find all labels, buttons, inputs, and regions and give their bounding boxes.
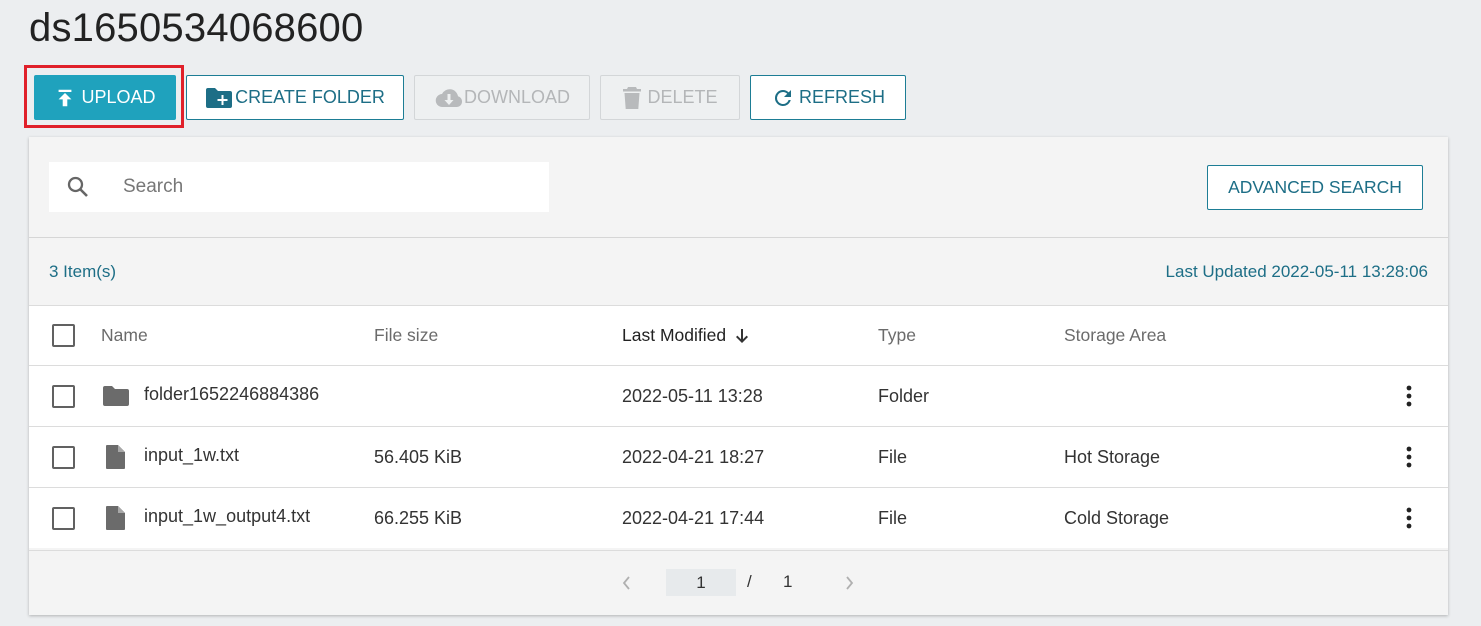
page-title: ds1650534068600 <box>29 6 364 50</box>
chevron-left-icon[interactable] <box>620 574 632 592</box>
file-icon <box>106 506 125 530</box>
file-modified: 2022-04-21 17:44 <box>622 507 765 528</box>
arrow-down-icon <box>736 328 749 343</box>
file-type: File <box>878 446 908 467</box>
row-checkbox[interactable] <box>52 445 75 469</box>
more-vertical-icon[interactable] <box>1399 506 1419 530</box>
create-folder-button[interactable]: CREATE FOLDER <box>186 75 404 120</box>
refresh-icon <box>774 89 791 106</box>
file-type: Folder <box>878 385 930 406</box>
cloud-download-icon <box>435 88 463 107</box>
file-table: Name File size Last Modified Type Storag… <box>29 305 1448 548</box>
more-vertical-icon[interactable] <box>1399 445 1419 469</box>
download-button[interactable]: DOWNLOAD <box>414 75 590 120</box>
page-total: 1 <box>783 572 793 591</box>
table-row[interactable]: input_1w_output4.txt 66.255 KiB 2022-04-… <box>29 487 1448 548</box>
upload-button[interactable]: UPLOAD <box>34 75 176 120</box>
last-updated: Last Updated 2022-05-11 13:28:06 <box>1165 262 1428 281</box>
column-header-size[interactable]: File size <box>374 306 438 365</box>
column-header-modified-label: Last Modified <box>622 325 727 345</box>
search-input[interactable] <box>123 172 523 202</box>
pagination: / 1 <box>29 550 1448 615</box>
item-count: 3 Item(s) <box>49 262 117 281</box>
select-all-checkbox[interactable] <box>52 324 75 347</box>
divider <box>29 237 1448 238</box>
file-icon <box>106 445 125 469</box>
file-size: 66.255 KiB <box>374 507 463 528</box>
upload-button-label: UPLOAD <box>81 87 156 107</box>
advanced-search-button[interactable]: ADVANCED SEARCH <box>1207 165 1423 210</box>
search-box <box>49 162 549 212</box>
table-row[interactable]: folder1652246884386 2022-05-11 13:28 Fol… <box>29 365 1448 426</box>
file-modified: 2022-05-11 13:28 <box>622 385 763 406</box>
folder-icon <box>103 386 129 406</box>
column-header-modified[interactable]: Last Modified <box>622 306 750 365</box>
file-name[interactable]: input_1w.txt <box>144 445 239 466</box>
create-folder-button-label: CREATE FOLDER <box>235 87 385 107</box>
file-size: 56.405 KiB <box>374 446 463 467</box>
more-vertical-icon[interactable] <box>1399 384 1419 408</box>
column-header-name[interactable]: Name <box>101 306 148 365</box>
create-folder-icon <box>206 87 233 108</box>
row-checkbox[interactable] <box>52 384 75 408</box>
file-modified: 2022-04-21 18:27 <box>622 446 765 467</box>
file-storage-area: Hot Storage <box>1064 446 1161 467</box>
page-number-input[interactable] <box>666 569 736 596</box>
file-type: File <box>878 507 908 528</box>
chevron-right-icon[interactable] <box>844 574 856 592</box>
table-row[interactable]: input_1w.txt 56.405 KiB 2022-04-21 18:27… <box>29 426 1448 487</box>
table-header: Name File size Last Modified Type Storag… <box>29 305 1448 365</box>
download-button-label: DOWNLOAD <box>463 87 570 107</box>
file-storage-area: Cold Storage <box>1064 507 1170 528</box>
column-header-type[interactable]: Type <box>878 306 916 365</box>
trash-icon <box>623 86 642 109</box>
row-checkbox[interactable] <box>52 506 75 530</box>
delete-button[interactable]: DELETE <box>600 75 740 120</box>
file-name[interactable]: input_1w_output4.txt <box>144 506 310 527</box>
delete-button-label: DELETE <box>647 87 718 107</box>
page-separator: / <box>747 572 752 591</box>
search-icon <box>67 176 88 197</box>
upload-icon <box>59 89 72 106</box>
file-browser-panel: ADVANCED SEARCH 3 Item(s) Last Updated 2… <box>29 137 1448 615</box>
file-name[interactable]: folder1652246884386 <box>144 384 319 405</box>
refresh-button[interactable]: REFRESH <box>750 75 906 120</box>
column-header-storage-area[interactable]: Storage Area <box>1064 306 1166 365</box>
refresh-button-label: REFRESH <box>798 87 885 107</box>
